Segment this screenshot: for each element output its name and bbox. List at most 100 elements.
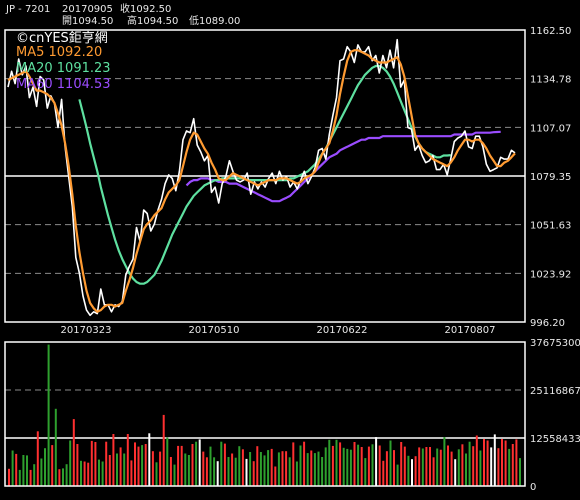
price-x-tick-label: 20170510 xyxy=(189,325,240,336)
volume-y-tick-label: 12558433 xyxy=(530,434,580,445)
volume-bar xyxy=(267,450,270,486)
volume-bar xyxy=(155,462,158,486)
volume-bar xyxy=(205,457,208,486)
volume-bar xyxy=(177,445,180,486)
volume-bar xyxy=(486,440,489,486)
volume-bar xyxy=(116,453,118,486)
volume-bar xyxy=(105,441,108,486)
volume-bar xyxy=(90,440,93,486)
volume-bar xyxy=(292,442,295,486)
volume-bar xyxy=(346,448,349,486)
volume-bar xyxy=(130,460,133,486)
volume-bar xyxy=(414,456,417,486)
volume-bar xyxy=(65,464,68,486)
volume-bar xyxy=(493,434,496,486)
volume-bar xyxy=(216,461,219,486)
volume-bar xyxy=(393,450,395,486)
volume-bar xyxy=(47,344,50,486)
volume-bar xyxy=(429,447,431,486)
volume-bar xyxy=(123,453,126,486)
volume-bar xyxy=(191,444,194,486)
volume-bar xyxy=(281,451,284,486)
volume-y-axis: 37675300 25116867 12558433 0 xyxy=(530,338,580,493)
volume-bar xyxy=(306,453,309,486)
volume-bar xyxy=(245,458,248,486)
volume-bar xyxy=(166,437,169,486)
price-x-tick-label: 20170807 xyxy=(445,325,496,336)
volume-bar xyxy=(87,462,90,486)
volume-bar xyxy=(22,455,25,486)
volume-bar xyxy=(241,449,244,486)
volume-bar xyxy=(180,445,183,486)
volume-bar xyxy=(112,434,115,486)
volume-bar xyxy=(263,455,266,486)
volume-bar xyxy=(187,455,190,486)
volume-bar xyxy=(461,444,464,486)
volume-bars xyxy=(8,344,521,486)
volume-bar xyxy=(148,433,151,486)
volume-bar xyxy=(472,446,475,486)
volume-y-tick-label: 25116867 xyxy=(530,386,580,397)
header-close: 收1092.50 xyxy=(120,2,171,15)
volume-bar xyxy=(238,446,241,486)
volume-bar xyxy=(173,464,176,486)
volume-bar xyxy=(439,449,442,486)
volume-bar xyxy=(69,440,72,486)
stock-chart: JP - 7201 20170905 收1092.50 開1094.50 高10… xyxy=(4,2,580,493)
volume-bar xyxy=(11,450,14,486)
volume-bar xyxy=(29,469,32,486)
volume-bar xyxy=(169,457,172,486)
volume-bar xyxy=(432,457,435,486)
volume-bar xyxy=(195,441,198,486)
volume-bar xyxy=(497,448,500,486)
volume-bar xyxy=(411,459,413,486)
price-panel: 1162.50 1134.78 1107.07 1079.35 1051.63 1023.… xyxy=(4,26,571,336)
volume-bar xyxy=(443,437,446,486)
volume-bar xyxy=(403,446,406,486)
volume-bar xyxy=(198,439,201,486)
legend-ma20: MA20 1091.23 xyxy=(16,61,111,76)
volume-bar xyxy=(303,441,306,486)
header-low: 低1089.00 xyxy=(189,14,240,27)
volume-bar xyxy=(227,457,230,486)
price-y-axis: 1162.50 1134.78 1107.07 1079.35 1051.63 1023.… xyxy=(530,26,571,329)
volume-bar xyxy=(231,453,234,486)
volume-bar xyxy=(418,447,421,486)
volume-bar xyxy=(259,452,262,486)
volume-bar xyxy=(202,451,205,486)
volume-bar xyxy=(101,461,104,486)
volume-bar xyxy=(184,453,187,486)
volume-bar xyxy=(288,457,291,486)
volume-bar xyxy=(385,451,388,486)
price-x-axis: 20170323 20170510 20170622 20170807 xyxy=(61,325,496,336)
price-y-tick-label: 1079.35 xyxy=(530,172,571,183)
volume-bar xyxy=(321,457,324,486)
volume-bar xyxy=(490,447,493,486)
volume-bar xyxy=(468,441,471,486)
price-y-tick-label: 1051.63 xyxy=(530,221,571,232)
volume-bar xyxy=(371,444,374,486)
volume-bar xyxy=(151,451,154,486)
volume-bar xyxy=(252,461,255,486)
volume-bar xyxy=(54,408,57,486)
volume-bar xyxy=(310,450,313,486)
header-symbol: JP - 7201 xyxy=(5,4,50,15)
volume-bar xyxy=(447,445,449,486)
volume-bar xyxy=(519,458,521,486)
volume-bar xyxy=(360,447,363,486)
volume-bar xyxy=(299,445,302,486)
volume-bar xyxy=(141,445,144,486)
volume-bar xyxy=(328,439,331,486)
price-x-tick-label: 20170622 xyxy=(317,325,368,336)
volume-bar xyxy=(33,464,36,486)
volume-bar xyxy=(209,446,212,486)
volume-bar xyxy=(436,448,439,486)
volume-bar xyxy=(274,466,277,486)
volume-bar xyxy=(40,458,43,486)
volume-bar xyxy=(213,457,216,486)
volume-bar xyxy=(108,455,111,486)
volume-bar xyxy=(137,446,140,486)
volume-bar xyxy=(349,449,352,486)
volume-bar xyxy=(220,441,223,486)
volume-bar xyxy=(249,452,252,486)
